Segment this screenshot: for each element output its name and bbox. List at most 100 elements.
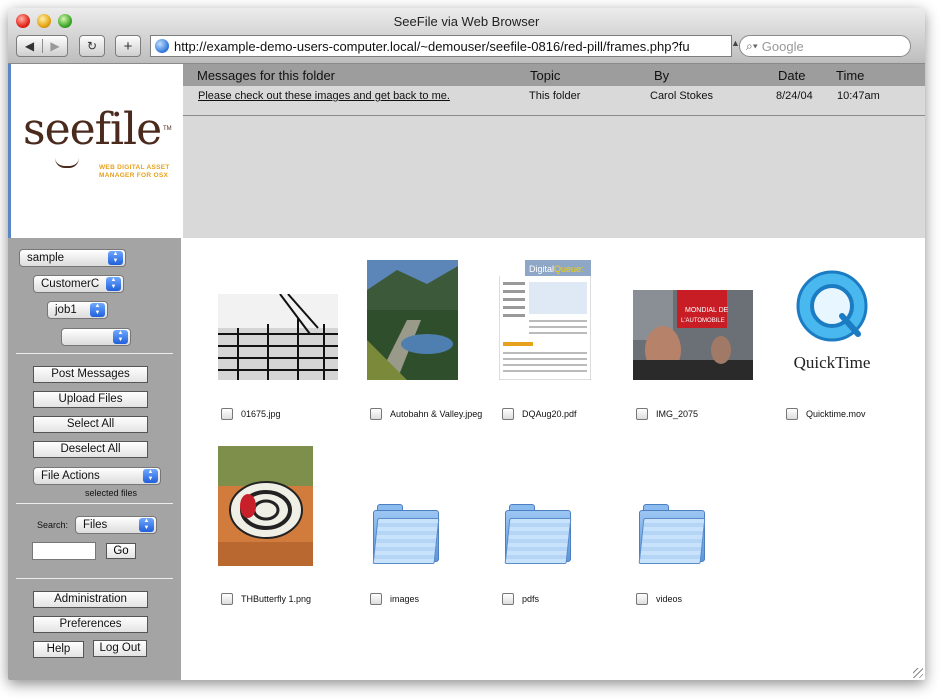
divider <box>16 503 173 504</box>
deselect-all-button[interactable]: Deselect All <box>33 441 148 458</box>
file-checkbox[interactable] <box>636 408 648 420</box>
folder-select-level-2-value: CustomerC <box>41 278 100 290</box>
select-arrows-icon: ▲ ▼ <box>139 518 154 532</box>
quicktime-label: QuickTime <box>794 353 871 372</box>
file-actions-select[interactable]: File Actions ▲ ▼ <box>33 467 161 485</box>
message-subject-link[interactable]: Please check out these images and get ba… <box>198 90 450 102</box>
file-checkbox[interactable] <box>221 408 233 420</box>
select-arrows-icon: ▲ ▼ <box>90 303 105 317</box>
address-bar[interactable]: http://example-demo-users-computer.local… <box>150 35 732 57</box>
folder-checkbox[interactable] <box>502 593 514 605</box>
file-caption: DQAug20.pdf <box>502 408 577 420</box>
messages-frame: Messages for this folder Topic By Date T… <box>183 64 925 238</box>
divider <box>16 578 173 579</box>
file-thumbnail[interactable] <box>218 294 338 380</box>
file-caption: IMG_2075 <box>636 408 698 420</box>
administration-button[interactable]: Administration <box>33 591 148 608</box>
folder-select-level-2[interactable]: CustomerC ▲ ▼ <box>33 275 124 293</box>
folder-select-level-1-value: sample <box>27 252 65 264</box>
search-scope-value: Files <box>83 519 108 531</box>
preferences-button[interactable]: Preferences <box>33 616 148 633</box>
globe-icon <box>155 39 169 53</box>
logout-button[interactable]: Log Out <box>93 640 147 657</box>
search-placeholder: Google <box>761 38 804 54</box>
search-scope-select[interactable]: Files ▲ ▼ <box>75 516 157 534</box>
file-caption: THButterfly 1.png <box>221 593 311 605</box>
back-icon[interactable]: ◀ <box>17 39 42 53</box>
file-caption: Quicktime.mov <box>786 408 866 420</box>
forward-icon[interactable]: ▶ <box>42 39 67 53</box>
file-name: 01675.jpg <box>241 409 281 419</box>
search-label: Search: <box>37 520 69 530</box>
file-name: THButterfly 1.png <box>241 594 312 604</box>
message-author: Carol Stokes <box>650 90 713 102</box>
folder-select-level-3[interactable]: job1 ▲ ▼ <box>47 301 108 319</box>
folder-caption: pdfs <box>502 593 539 605</box>
message-row: Please check out these images and get ba… <box>183 86 925 116</box>
messages-header: Messages for this folder Topic By Date T… <box>183 64 925 86</box>
quicktime-icon[interactable]: QuickTime <box>792 268 872 380</box>
folder-select-level-1[interactable]: sample ▲ ▼ <box>19 249 126 267</box>
reload-button[interactable]: ↻ <box>79 35 105 57</box>
add-bookmark-button[interactable]: + <box>115 35 141 57</box>
select-arrows-icon: ▲ ▼ <box>143 469 158 483</box>
file-thumbnail[interactable]: DigitalQueue: <box>499 260 591 380</box>
folder-name: pdfs <box>522 594 540 604</box>
select-arrows-icon: ▲ ▼ <box>106 277 121 291</box>
folder-select-level-3-value: job1 <box>55 304 77 316</box>
title-bar: SeeFile via Web Browser ◀ ▶ ↻ + http://ex… <box>8 8 925 64</box>
selected-files-label: selected files <box>85 488 138 498</box>
dq-title: DigitalQueue: <box>529 264 584 274</box>
file-checkbox[interactable] <box>370 408 382 420</box>
file-thumbnail[interactable]: MONDIAL DE L'AUTOMOBILE <box>633 290 753 380</box>
url-text[interactable]: http://example-demo-users-computer.local… <box>174 39 690 54</box>
file-caption: 01675.jpg <box>221 408 281 420</box>
divider <box>16 353 173 354</box>
file-checkbox[interactable] <box>502 408 514 420</box>
back-forward-buttons[interactable]: ◀ ▶ <box>16 35 68 57</box>
messages-heading: Messages for this folder <box>197 68 336 83</box>
help-button[interactable]: Help <box>33 641 84 658</box>
file-actions-value: File Actions <box>41 470 100 482</box>
by-column-header: By <box>654 68 670 83</box>
select-arrows-icon: ▲ ▼ <box>113 330 128 344</box>
resize-grip-icon[interactable] <box>913 668 923 678</box>
file-checkbox[interactable] <box>221 593 233 605</box>
logo-tagline-line-1: WEB DIGITAL ASSET <box>99 164 170 171</box>
folder-select-level-4[interactable]: ▲ ▼ <box>61 328 131 346</box>
search-field[interactable]: ⌕▾ Google <box>739 35 911 57</box>
file-checkbox[interactable] <box>786 408 798 420</box>
search-input[interactable] <box>32 542 96 560</box>
file-thumbnail[interactable] <box>367 260 458 380</box>
folder-checkbox[interactable] <box>636 593 648 605</box>
file-name: Quicktime.mov <box>806 409 866 419</box>
file-name: IMG_2075 <box>656 409 699 419</box>
folder-caption: images <box>370 593 419 605</box>
post-messages-button[interactable]: Post Messages <box>33 366 148 383</box>
message-topic: This folder <box>529 90 581 102</box>
browser-window: SeeFile via Web Browser ◀ ▶ ↻ + http://ex… <box>8 8 925 680</box>
page-content: seefile TM WEB DIGITAL ASSET MANAGER FOR… <box>8 64 925 680</box>
folder-icon[interactable] <box>372 504 440 564</box>
upload-files-button[interactable]: Upload Files <box>33 391 148 408</box>
folder-caption: videos <box>636 593 682 605</box>
folder-name: images <box>390 594 420 604</box>
file-thumbnail[interactable] <box>218 446 313 566</box>
folder-icon[interactable] <box>504 504 572 564</box>
file-caption: Autobahn & Valley.jpeg <box>370 408 482 420</box>
sidebar: sample ▲ ▼ CustomerC ▲ ▼ job1 ▲ ▼ ▲ ▼ Post Mess… <box>8 238 181 680</box>
plus-icon: + <box>123 37 133 55</box>
select-all-button[interactable]: Select All <box>33 416 148 433</box>
topic-column-header: Topic <box>530 68 561 83</box>
folder-checkbox[interactable] <box>370 593 382 605</box>
reload-icon: ↻ <box>86 39 98 53</box>
search-icon[interactable]: ⌕▾ <box>746 39 758 54</box>
seefile-logo: seefile <box>23 104 162 155</box>
folder-name: videos <box>656 594 683 604</box>
time-column-header: Time <box>836 68 865 83</box>
file-browser: 01675.jpg Autobahn & Valley.jpeg Digital… <box>181 238 925 680</box>
message-date: 8/24/04 <box>776 90 813 102</box>
banner-text-1: MONDIAL DE <box>685 307 729 314</box>
go-button[interactable]: Go <box>106 543 136 559</box>
folder-icon[interactable] <box>638 504 706 564</box>
